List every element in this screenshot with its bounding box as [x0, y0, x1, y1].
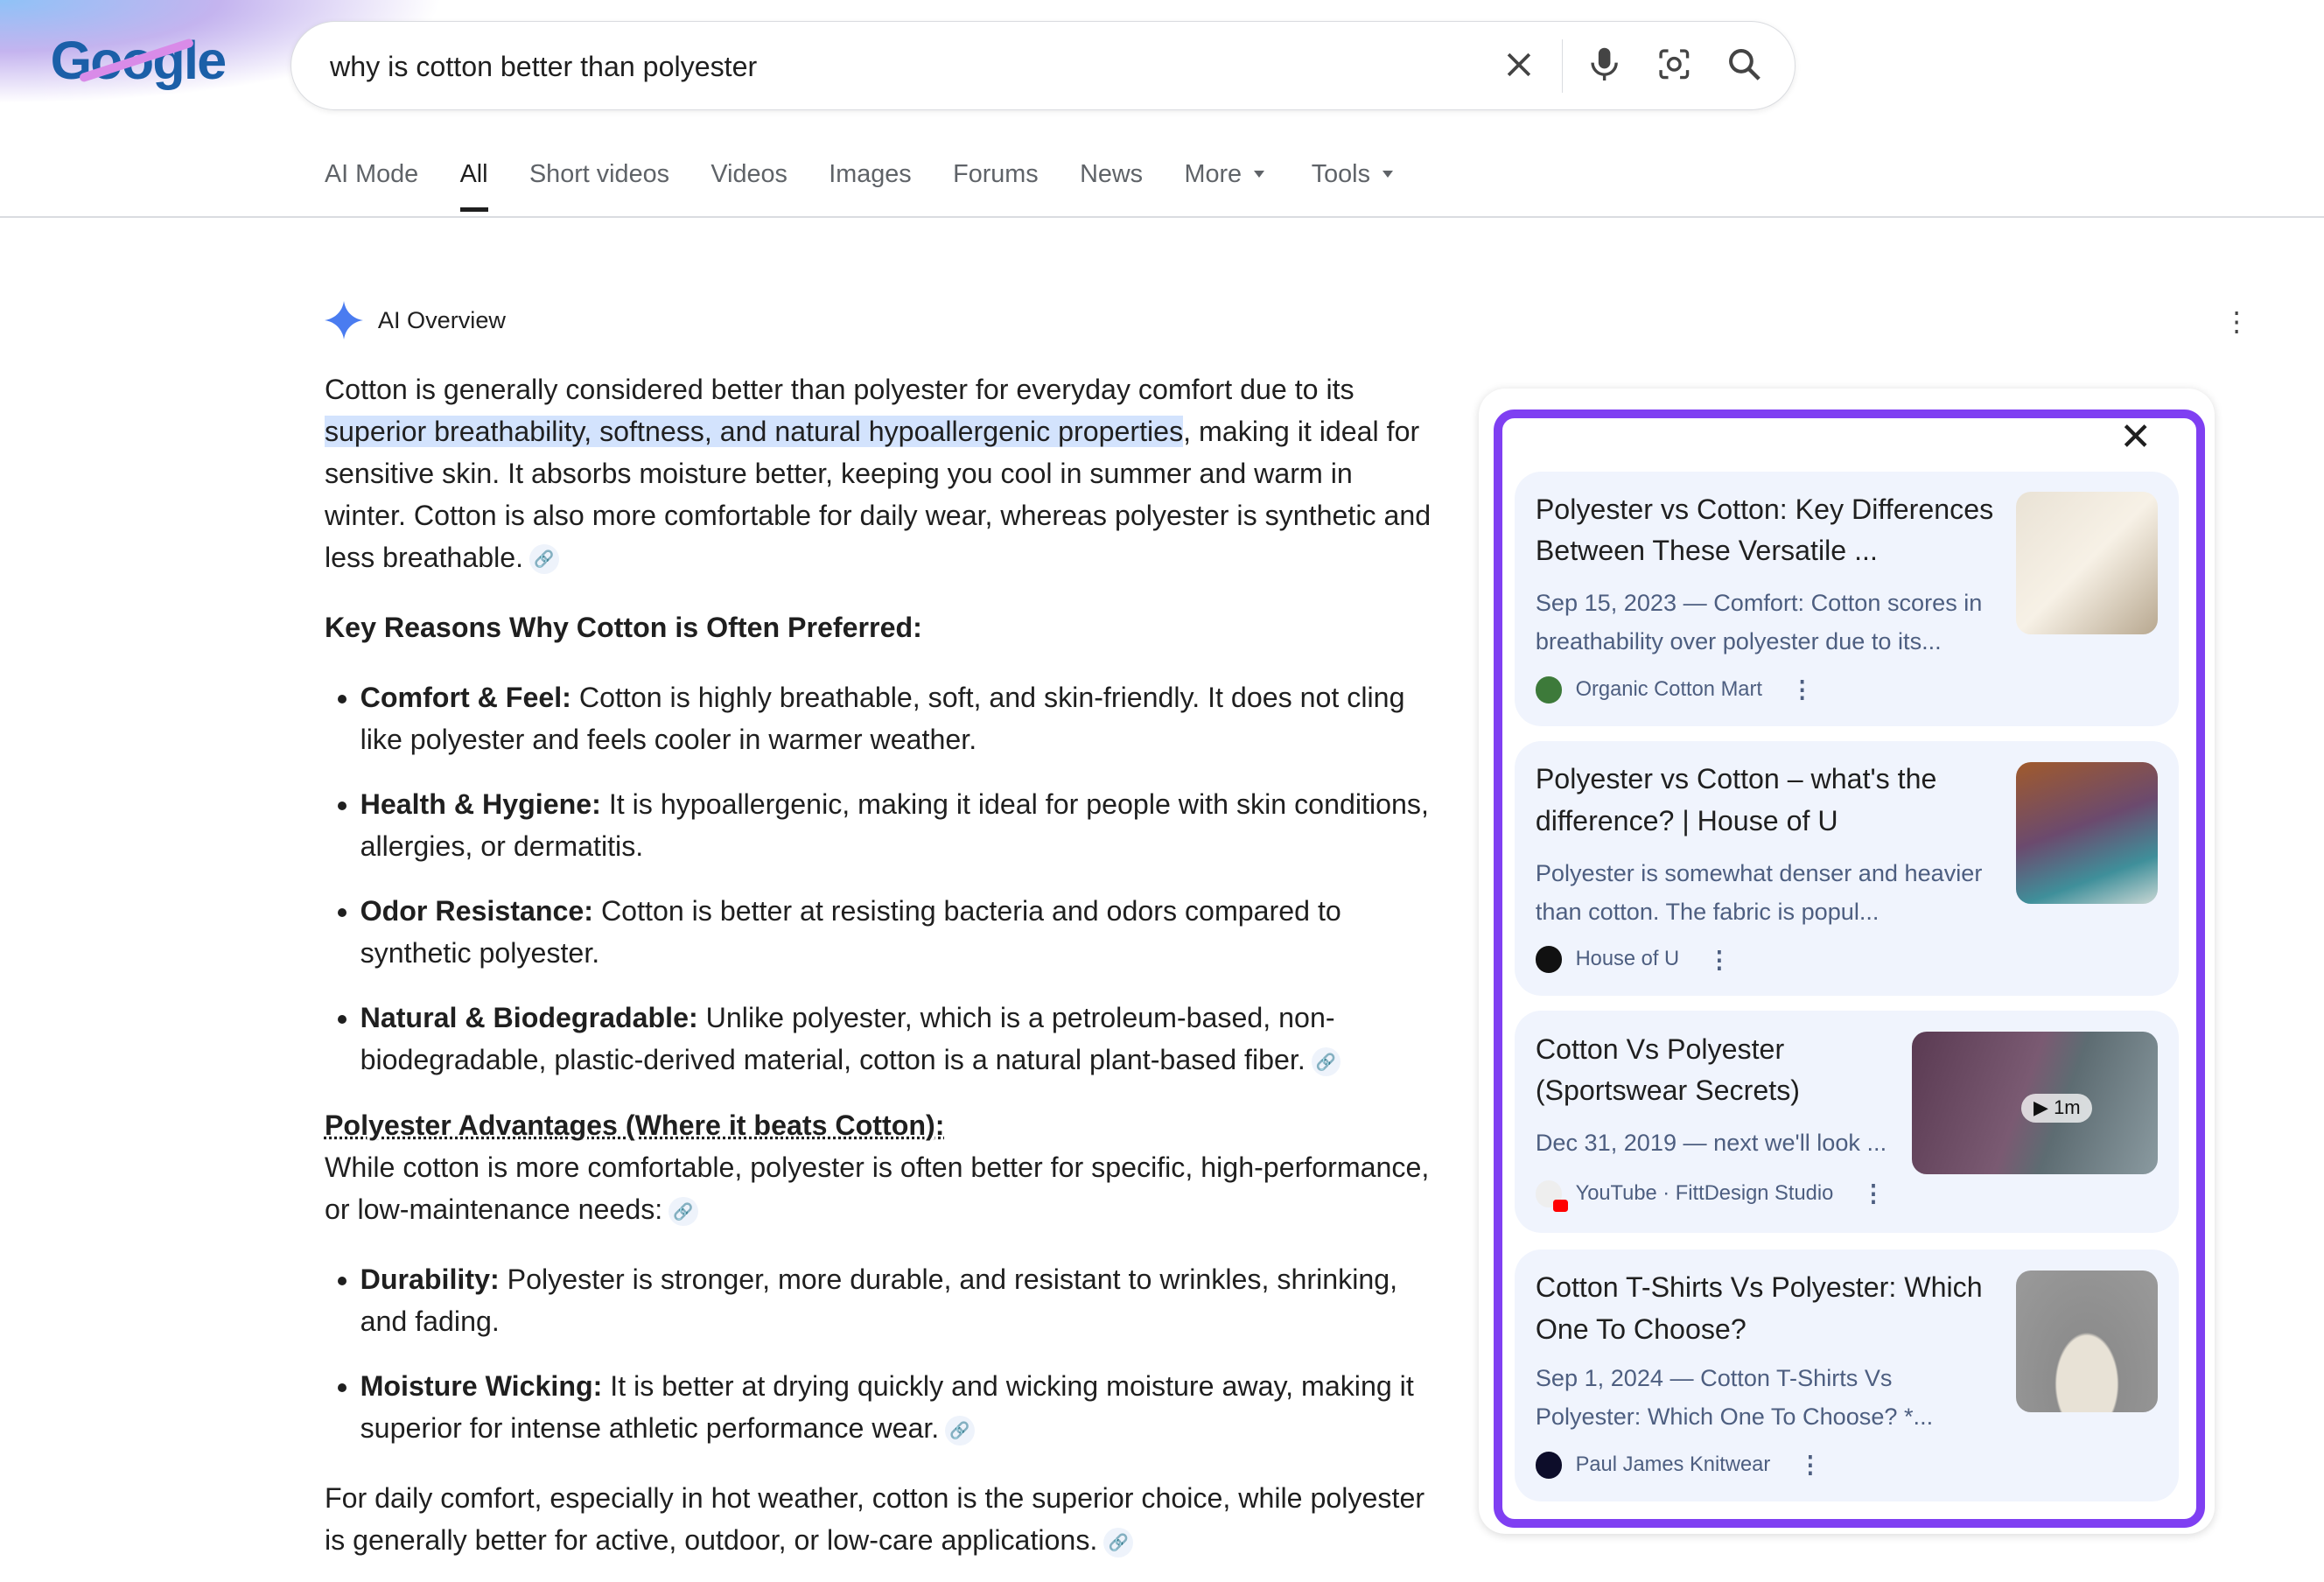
reasons-list: Comfort & Feel: Cotton is highly breatha…	[325, 677, 1436, 1082]
paragraph-text: While cotton is more comfortable, polyes…	[324, 1152, 1430, 1225]
highlighted-text: superior breathability, softness, and na…	[324, 415, 1184, 447]
gemini-sparkle-icon	[324, 300, 363, 340]
citation-link-icon[interactable]: 🔗	[1103, 1527, 1133, 1558]
item-term: Odor Resistance:	[360, 894, 593, 927]
list-item: Health & Hygiene: It is hypoallergenic, …	[360, 784, 1437, 868]
source-title[interactable]: Polyester vs Cotton – what's the differe…	[1536, 759, 1995, 842]
divider	[0, 216, 2324, 218]
video-duration-badge: ▶ 1m	[2021, 1094, 2093, 1123]
ai-overview-content: Cotton is generally considered better th…	[324, 369, 1436, 1562]
source-attribution: Paul James Knitwear ⋮	[1535, 1451, 1822, 1479]
list-item: Comfort & Feel: Cotton is highly breatha…	[360, 677, 1437, 761]
source-title[interactable]: Cotton T-Shirts Vs Polyester: Which One …	[1536, 1267, 2003, 1350]
source-card[interactable]: Cotton T-Shirts Vs Polyester: Which One …	[1515, 1249, 2179, 1502]
close-icon[interactable]: ✕	[2119, 417, 2152, 457]
section-heading: Key Reasons Why Cotton is Often Preferre…	[324, 611, 922, 643]
list-item: Durability: Polyester is stronger, more …	[360, 1259, 1437, 1343]
thumbnail-image	[2015, 492, 2159, 634]
source-snippet: Sep 15, 2023 — Comfort: Cotton scores in…	[1535, 589, 1983, 655]
clear-icon[interactable]	[1500, 46, 1538, 84]
list-item: Moisture Wicking: It is better at drying…	[360, 1366, 1437, 1450]
source-name: House of U	[1575, 948, 1680, 971]
citation-link-icon[interactable]: 🔗	[1311, 1046, 1341, 1077]
item-text: Polyester is stronger, more durable, and…	[360, 1264, 1398, 1337]
section-heading[interactable]: Polyester Advantages (Where it beats Cot…	[325, 1105, 1436, 1147]
citation-link-icon[interactable]: 🔗	[668, 1196, 698, 1227]
more-options-icon[interactable]: ⋮	[1798, 1451, 1822, 1479]
source-attribution: YouTube · FittDesign Studio ⋮	[1535, 1180, 1886, 1212]
google-doodle-logo[interactable]: Google	[51, 30, 228, 91]
intro-paragraph: Cotton is generally considered better th…	[324, 369, 1436, 579]
favicon-icon	[1535, 676, 1563, 704]
list-item: Odor Resistance: Cotton is better at res…	[360, 891, 1437, 975]
item-term: Durability:	[360, 1264, 500, 1296]
thumbnail-image	[2015, 1270, 2159, 1413]
more-options-icon[interactable]: ⋮	[1790, 676, 1814, 704]
search-box	[290, 20, 1796, 113]
citation-link-icon[interactable]: 🔗	[528, 544, 559, 574]
tab-forums[interactable]: Forums	[953, 160, 1039, 189]
tab-videos[interactable]: Videos	[710, 160, 787, 189]
source-card[interactable]: Polyester vs Cotton – what's the differe…	[1515, 740, 2179, 997]
video-thumbnail[interactable]: ▶ 1m	[1912, 1031, 2159, 1174]
tab-images[interactable]: Images	[829, 160, 911, 189]
lens-camera-icon[interactable]	[1655, 46, 1693, 84]
more-options-icon[interactable]: ⋮	[1861, 1180, 1885, 1208]
conclusion-paragraph: For daily comfort, especially in hot wea…	[325, 1478, 1436, 1562]
item-term: Health & Hygiene:	[360, 788, 601, 820]
tab-tools-label: Tools	[1311, 159, 1370, 188]
chevron-down-icon	[1253, 171, 1264, 178]
favicon-icon	[1535, 946, 1563, 973]
tab-short-videos[interactable]: Short videos	[529, 160, 669, 189]
search-input[interactable]	[326, 21, 1460, 113]
more-options-icon[interactable]: ⋮	[1707, 946, 1731, 974]
chevron-down-icon	[1382, 171, 1393, 178]
conclusion-text: For daily comfort, especially in hot wea…	[324, 1482, 1425, 1557]
citation-link-icon[interactable]: 🔗	[945, 1415, 975, 1446]
source-snippet: Sep 1, 2024 — Cotton T-Shirts Vs Polyest…	[1535, 1364, 1934, 1431]
source-snippet: Dec 31, 2019 — next we'll look ...	[1535, 1128, 1887, 1156]
duration-text: 1m	[2054, 1096, 2081, 1119]
more-options-icon[interactable]: ⋮	[2223, 307, 2250, 338]
ai-overview-header: AI Overview	[324, 300, 506, 340]
intro-text: Cotton is generally considered better th…	[324, 373, 1354, 405]
youtube-favicon-icon	[1535, 1180, 1569, 1212]
tab-more-label: More	[1184, 159, 1242, 188]
tab-all[interactable]: All	[459, 160, 488, 214]
tab-news[interactable]: News	[1080, 160, 1143, 189]
list-item: Natural & Biodegradable: Unlike polyeste…	[360, 998, 1437, 1082]
item-term: Moisture Wicking:	[360, 1370, 603, 1403]
tab-tools[interactable]: Tools	[1312, 160, 1393, 189]
thumbnail-image	[2015, 761, 2159, 905]
source-card[interactable]: Polyester vs Cotton: Key Differences Bet…	[1515, 471, 2179, 726]
tab-ai-mode[interactable]: AI Mode	[325, 160, 418, 189]
paragraph: While cotton is more comfortable, polyes…	[325, 1147, 1436, 1231]
source-name: Organic Cotton Mart	[1575, 677, 1762, 701]
item-term: Natural & Biodegradable:	[360, 1002, 698, 1034]
source-title[interactable]: Cotton Vs Polyester (Sportswear Secrets)	[1536, 1029, 1892, 1112]
favicon-icon	[1535, 1452, 1563, 1479]
search-icon[interactable]	[1725, 46, 1763, 84]
advantages-list: Durability: Polyester is stronger, more …	[325, 1259, 1436, 1450]
source-name: Paul James Knitwear	[1575, 1452, 1771, 1476]
source-title[interactable]: Polyester vs Cotton: Key Differences Bet…	[1536, 489, 2003, 572]
source-snippet: Polyester is somewhat denser and heavier…	[1535, 858, 1983, 925]
item-term: Comfort & Feel:	[360, 681, 571, 713]
tab-more[interactable]: More	[1184, 160, 1264, 189]
source-attribution: House of U ⋮	[1535, 946, 1731, 974]
search-tabs: AI Mode All Short videos Videos Images F…	[325, 160, 1434, 214]
microphone-icon[interactable]	[1586, 46, 1624, 84]
source-card[interactable]: Cotton Vs Polyester (Sportswear Secrets)…	[1515, 1011, 2179, 1234]
divider	[1561, 39, 1564, 93]
source-name: YouTube · FittDesign Studio	[1575, 1181, 1834, 1205]
source-attribution: Organic Cotton Mart ⋮	[1535, 676, 1814, 704]
ai-overview-title: AI Overview	[377, 305, 506, 333]
